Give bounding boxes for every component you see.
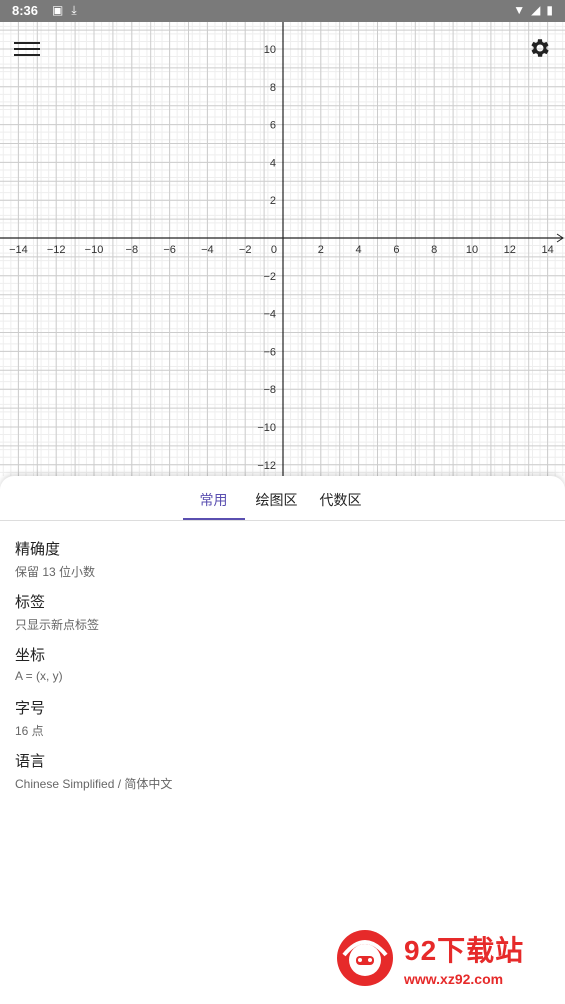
y-tick-label: −6 — [263, 346, 276, 358]
x-tick-label: 6 — [393, 244, 399, 256]
tab-algebra[interactable]: 代数区 — [309, 476, 373, 520]
x-tick-label: 10 — [466, 244, 478, 256]
y-tick-label: 2 — [270, 195, 276, 207]
watermark: 92下载站 www.xz92.com — [334, 918, 559, 998]
setting-value: Chinese Simplified / 简体中文 — [15, 777, 173, 791]
setting-title: 语言 — [15, 753, 46, 770]
x-tick-label: −14 — [9, 244, 28, 256]
setting-rounding[interactable]: 精确度 保留 13 位小数 — [15, 521, 550, 579]
notification-icon: ▣ — [52, 3, 64, 17]
setting-title: 精确度 — [15, 541, 61, 558]
x-tick-label: −12 — [47, 244, 66, 256]
y-tick-label: 8 — [270, 82, 276, 94]
setting-language[interactable]: 语言 Chinese Simplified / 简体中文 — [15, 733, 550, 791]
signal-icon: ◢ — [531, 3, 541, 17]
y-tick-label: 6 — [270, 120, 276, 132]
x-tick-label: 8 — [431, 244, 437, 256]
settings-list: 精确度 保留 13 位小数 标签 只显示新点标签 坐标 A = (x, y) 字… — [0, 521, 565, 791]
setting-title: 字号 — [15, 700, 46, 717]
y-tick-label: 4 — [270, 157, 276, 169]
x-tick-label: −8 — [126, 244, 139, 256]
setting-title: 标签 — [15, 594, 46, 611]
coordinate-grid: −14−12−10−8−6−4−20246810121412108642−2−4… — [0, 0, 565, 476]
tab-graphics[interactable]: 绘图区 — [245, 476, 309, 520]
status-time: 8:36 — [12, 3, 39, 18]
x-tick-label: 2 — [318, 244, 324, 256]
y-tick-label: −8 — [263, 384, 276, 396]
settings-tabs: 常用 绘图区 代数区 — [0, 476, 565, 521]
y-tick-label: 10 — [264, 44, 276, 56]
x-tick-label: −4 — [201, 244, 214, 256]
tab-common[interactable]: 常用 — [182, 476, 245, 520]
battery-icon: ▮ — [546, 3, 553, 17]
menu-icon[interactable] — [14, 38, 40, 60]
x-tick-label: 0 — [271, 244, 277, 256]
status-bar: 8:36 ▣ ⤓ ▼ ◢ ▮ — [0, 0, 565, 22]
setting-labeling[interactable]: 标签 只显示新点标签 — [15, 574, 550, 632]
setting-title: 坐标 — [15, 647, 46, 664]
gear-icon[interactable] — [527, 36, 551, 60]
setting-font-size[interactable]: 字号 16 点 — [15, 680, 550, 738]
x-tick-label: −6 — [163, 244, 176, 256]
x-tick-label: −2 — [239, 244, 252, 256]
y-tick-label: −4 — [263, 309, 276, 321]
graphics-view[interactable]: −14−12−10−8−6−4−20246810121412108642−2−4… — [0, 0, 565, 476]
download-icon: ⤓ — [71, 3, 77, 17]
y-tick-label: −12 — [257, 460, 276, 472]
x-tick-label: −10 — [85, 244, 104, 256]
x-tick-label: 4 — [356, 244, 362, 256]
y-tick-label: −10 — [257, 422, 276, 434]
x-tick-label: 14 — [541, 244, 553, 256]
x-tick-label: 12 — [504, 244, 516, 256]
wifi-icon: ▼ — [513, 3, 526, 17]
watermark-brand: 92下载站 — [404, 935, 525, 966]
setting-coordinates[interactable]: 坐标 A = (x, y) — [15, 627, 550, 683]
y-tick-label: −2 — [263, 271, 276, 283]
watermark-logo-icon — [337, 930, 393, 986]
watermark-url: www.xz92.com — [404, 971, 504, 987]
